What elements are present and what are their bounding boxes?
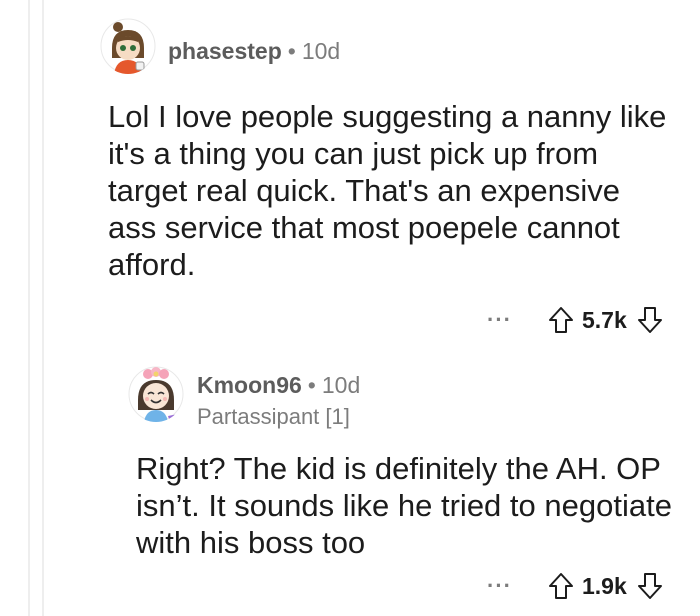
avatar[interactable] (128, 366, 184, 422)
avatar-image (100, 18, 156, 74)
comment-header: Kmoon96 • 10d (197, 372, 360, 399)
timestamp[interactable]: 10d (322, 372, 360, 399)
vote-score: 1.9k (581, 572, 627, 599)
more-options-button[interactable]: ··· (487, 573, 512, 599)
username[interactable]: phasestep (168, 38, 282, 65)
comment-actions: ··· 1.9k (487, 572, 663, 600)
separator-dot: • (287, 38, 296, 64)
upvote-icon[interactable] (548, 306, 574, 334)
user-flair: Partassipant [1] (197, 404, 350, 429)
downvote-icon[interactable] (637, 306, 663, 334)
comment-body: Right? The kid is definitely the AH. OP … (136, 451, 672, 560)
comment-actions: ··· 5.7k (487, 306, 663, 334)
avatar[interactable] (100, 18, 156, 74)
timestamp[interactable]: 10d (302, 38, 340, 65)
separator-dot: • (307, 372, 316, 398)
downvote-icon[interactable] (637, 572, 663, 600)
vote-score: 5.7k (581, 306, 627, 333)
comment-body: Lol I love people suggesting a nanny lik… (108, 99, 667, 282)
thread-line (42, 0, 44, 616)
username[interactable]: Kmoon96 (197, 372, 302, 399)
comment-header: phasestep • 10d (168, 38, 340, 65)
more-options-button[interactable]: ··· (487, 307, 512, 333)
avatar-image (128, 366, 184, 422)
thread-line (28, 0, 30, 616)
upvote-icon[interactable] (548, 572, 574, 600)
